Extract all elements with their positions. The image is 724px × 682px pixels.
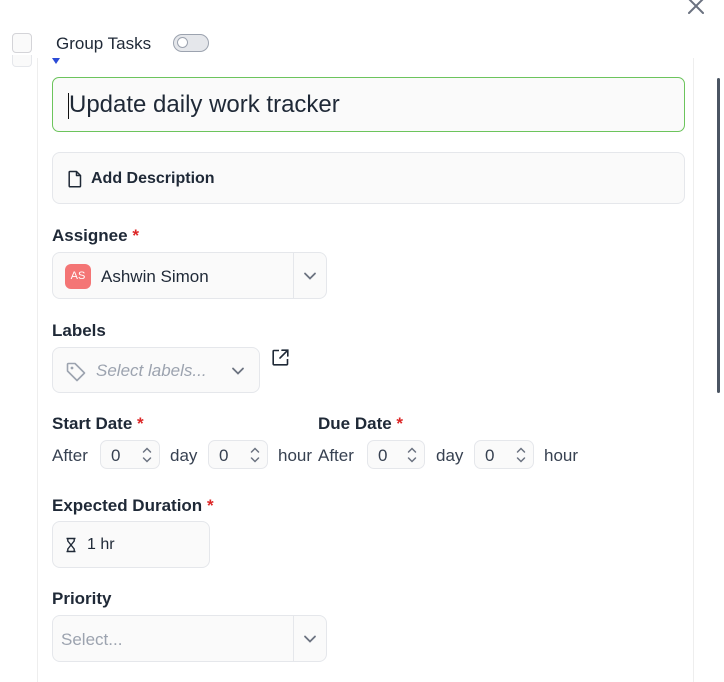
required-mark: * bbox=[396, 414, 404, 433]
spinner-arrows-icon[interactable] bbox=[249, 444, 261, 466]
spinner-arrows-icon[interactable] bbox=[515, 444, 527, 466]
chevron-down-icon bbox=[232, 367, 244, 375]
spinner-arrows-icon[interactable] bbox=[406, 444, 418, 466]
expected-duration-label: Expected Duration * bbox=[52, 496, 214, 516]
start-date-hour-unit: hour bbox=[278, 446, 313, 465]
required-mark: * bbox=[206, 496, 214, 515]
labels-placeholder: Select labels... bbox=[96, 361, 207, 380]
start-date-hours-stepper[interactable]: 0 bbox=[208, 440, 268, 469]
start-date-label-text: Start Date bbox=[52, 414, 133, 433]
due-date-days-stepper[interactable]: 0 bbox=[367, 440, 425, 469]
priority-placeholder: Select... bbox=[61, 630, 123, 649]
expected-duration-label-text: Expected Duration bbox=[52, 496, 203, 515]
task-title-value: Update daily work tracker bbox=[69, 91, 340, 118]
priority-select[interactable]: Select... bbox=[52, 615, 327, 662]
add-description-label: Add Description bbox=[91, 170, 215, 187]
close-button[interactable] bbox=[684, 0, 708, 18]
priority-label: Priority bbox=[52, 589, 112, 608]
start-date-days-stepper[interactable]: 0 bbox=[100, 440, 160, 469]
group-tasks-toggle[interactable] bbox=[173, 34, 209, 52]
task-select-checkbox[interactable] bbox=[12, 55, 32, 67]
spinner-arrows-icon[interactable] bbox=[141, 444, 153, 466]
group-tasks-label: Group Tasks bbox=[56, 34, 152, 53]
start-date-label: Start Date * bbox=[52, 414, 144, 434]
due-date-label-text: Due Date bbox=[318, 414, 392, 433]
due-date-prefix: After bbox=[318, 446, 354, 465]
due-date-days-value: 0 bbox=[378, 446, 388, 465]
labels-label: Labels bbox=[52, 321, 106, 340]
due-date-hours-value: 0 bbox=[485, 446, 495, 465]
required-mark: * bbox=[137, 414, 144, 433]
hourglass-icon bbox=[66, 537, 76, 553]
assignee-name: Ashwin Simon bbox=[101, 267, 209, 286]
due-date-label: Due Date * bbox=[318, 414, 403, 434]
start-date-hours-value: 0 bbox=[219, 446, 229, 465]
tag-icon bbox=[66, 362, 86, 382]
scrollbar[interactable] bbox=[717, 78, 720, 393]
assignee-label: Assignee * bbox=[52, 226, 139, 246]
required-mark: * bbox=[132, 226, 139, 245]
avatar: AS bbox=[65, 264, 91, 289]
task-title-input[interactable]: Update daily work tracker bbox=[52, 77, 685, 132]
start-date-days-value: 0 bbox=[111, 446, 121, 465]
due-date-hours-stepper[interactable]: 0 bbox=[474, 440, 534, 469]
add-description-button[interactable]: Add Description bbox=[52, 152, 685, 204]
assignee-label-text: Assignee bbox=[52, 226, 128, 245]
expected-duration-input[interactable]: 1 hr bbox=[52, 521, 210, 568]
group-select-checkbox[interactable] bbox=[12, 33, 32, 53]
start-date-prefix: After bbox=[52, 446, 88, 465]
labels-select[interactable]: Select labels... bbox=[52, 347, 260, 393]
chevron-down-icon bbox=[304, 635, 316, 643]
expected-duration-value: 1 hr bbox=[87, 536, 115, 553]
due-date-day-unit: day bbox=[436, 446, 464, 465]
document-icon bbox=[68, 170, 82, 188]
chevron-down-icon bbox=[304, 272, 316, 280]
assignee-select[interactable]: AS Ashwin Simon bbox=[52, 252, 327, 299]
external-link-icon[interactable] bbox=[271, 348, 290, 367]
start-date-day-unit: day bbox=[170, 446, 198, 465]
due-date-hour-unit: hour bbox=[544, 446, 579, 465]
close-icon bbox=[688, 0, 704, 14]
